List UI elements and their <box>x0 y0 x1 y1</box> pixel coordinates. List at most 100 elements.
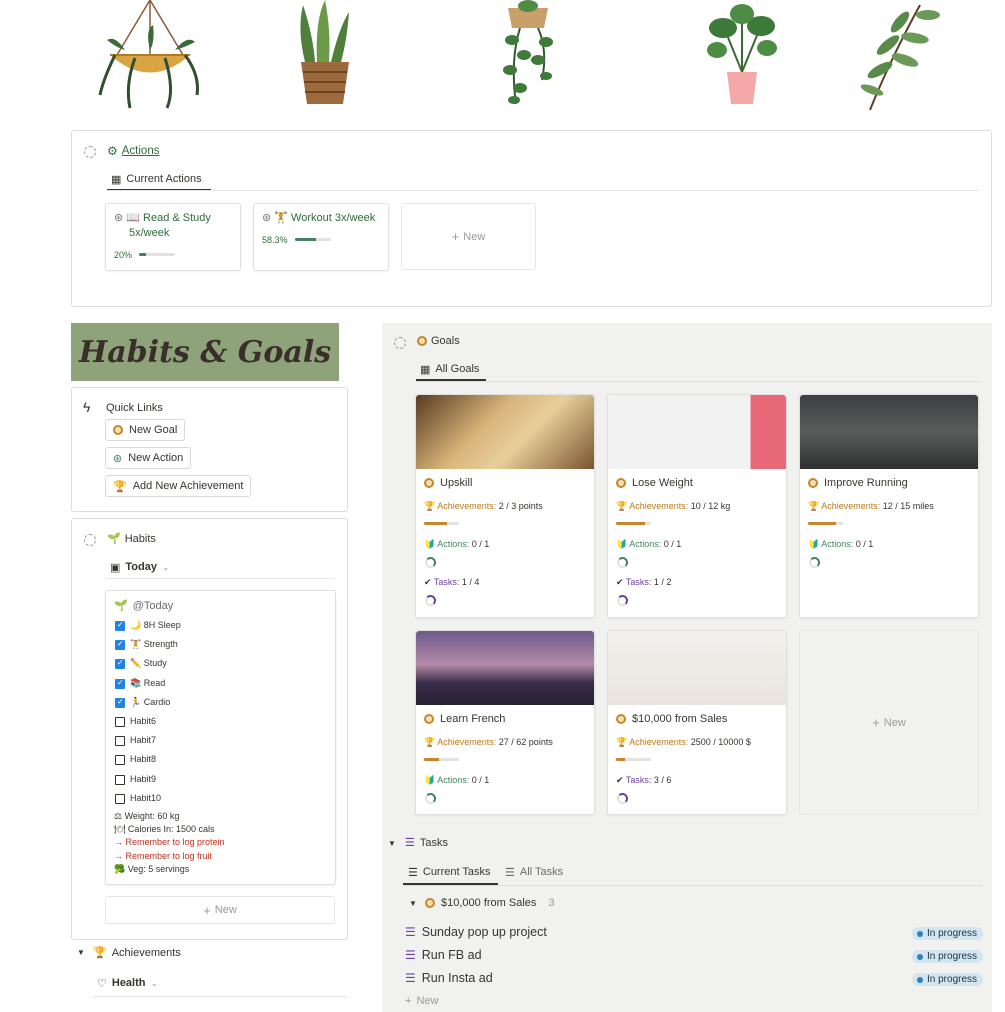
tab-current-tasks[interactable]: ☰ Current Tasks <box>403 861 498 885</box>
habit-checkbox[interactable] <box>115 678 125 689</box>
achievements-header[interactable]: 🏆 Achievements <box>93 946 181 960</box>
habit-checkbox[interactable] <box>115 697 125 708</box>
goal-achievements: 🏆 Achievements: 2 / 3 points <box>424 501 543 511</box>
goal-icon <box>808 478 818 488</box>
new-action-button[interactable]: ⊛ New Action <box>105 447 192 469</box>
task-row[interactable]: ☰ Run FB ad <box>405 948 482 962</box>
habit-label: 🏃 Cardio <box>130 696 171 707</box>
new-action-card[interactable]: + New <box>401 203 536 270</box>
goal-card[interactable]: Upskill 🏆 Achievements: 2 / 3 points 🔰 Act… <box>415 394 595 618</box>
status-badge[interactable]: In progress <box>912 950 984 963</box>
habit-checkbox[interactable] <box>115 658 125 670</box>
habit-checkbox[interactable] <box>115 736 125 747</box>
habit-checkbox[interactable] <box>115 755 125 766</box>
action-icon: ⊛ <box>113 452 123 465</box>
status-badge[interactable]: In progress <box>912 927 984 940</box>
status-badge[interactable]: In progress <box>912 973 984 986</box>
habit-label: 🌙 8H Sleep <box>130 620 181 630</box>
list-icon: ☰ <box>408 866 418 879</box>
new-task-button[interactable]: + New <box>405 995 438 1007</box>
trophy-icon: 🏆 <box>93 947 107 959</box>
loading-ring-icon <box>84 146 96 158</box>
goal-card-title: Learn French <box>424 713 505 725</box>
habit-checkbox[interactable] <box>115 620 125 631</box>
lightning-icon: ϟ <box>83 399 91 415</box>
tasks-header[interactable]: ☰ Tasks <box>405 836 448 850</box>
calendar-icon: ▣ <box>110 561 121 574</box>
view-today[interactable]: ▣ Today ⌄ <box>110 557 170 577</box>
goal-tasks: ✔ Tasks: 3 / 6 <box>616 775 672 785</box>
tasks-progress-ring-icon <box>617 793 628 804</box>
task-row[interactable]: ☰ Run Insta ad <box>405 971 493 985</box>
today-card-title: 🌱 @Today <box>114 599 174 613</box>
status-dot-icon <box>917 930 923 937</box>
action-progress-bar <box>139 253 175 256</box>
new-goal-button[interactable]: New Goal <box>105 419 186 441</box>
goal-cover-image <box>608 395 786 469</box>
new-habit-card[interactable]: + New <box>105 896 335 924</box>
tab-current-actions[interactable]: ▦ Current Actions <box>107 169 211 191</box>
action-icon: ⊛ <box>262 212 272 224</box>
task-row[interactable]: ☰ Sunday pop up project <box>405 925 547 939</box>
tab-all-goals[interactable]: ▦ All Goals <box>416 359 486 381</box>
tasks-toggle[interactable]: ▼ <box>388 839 396 848</box>
check-icon: ✔ <box>616 577 624 587</box>
action-card-title: ⊛ 📖 Read & Study 5x/week <box>114 212 211 239</box>
goal-card-title: Lose Weight <box>616 477 693 489</box>
goal-card[interactable]: Improve Running 🏆 Achievements: 12 / 15 m… <box>799 394 979 618</box>
status-dot-icon <box>917 953 923 960</box>
achievements-toggle[interactable]: ▼ <box>77 948 85 957</box>
habit-checkbox[interactable] <box>115 639 125 651</box>
habits-header[interactable]: 🌱 Habits <box>107 532 156 546</box>
habits-goals-banner: Habits & Goals <box>71 323 339 381</box>
actions-progress-ring-icon <box>425 557 436 568</box>
habit-label: 📚 Read <box>130 677 166 688</box>
habit-checkbox[interactable] <box>115 717 125 727</box>
habit-label: 🏋 Strength <box>130 639 178 650</box>
goal-cover-image <box>416 631 594 705</box>
add-achievement-button[interactable]: 🏆 Add New Achievement <box>105 475 252 497</box>
goal-icon <box>424 478 434 488</box>
action-card-workout[interactable]: ⊛ 🏋 Workout 3x/week 58.3% <box>253 203 389 271</box>
goal-actions: 🔰 Actions: 0 / 1 <box>424 775 490 785</box>
goal-card[interactable]: $10,000 from Sales 🏆 Achievements: 2500 /… <box>607 630 787 815</box>
habit-checkbox[interactable] <box>115 793 125 804</box>
goals-header[interactable]: Goals <box>417 335 460 347</box>
actions-header[interactable]: ⚙ Actions <box>107 144 159 158</box>
loading-ring-icon <box>394 337 406 349</box>
goal-card-title: Upskill <box>424 477 472 489</box>
habit-label: Habit10 <box>130 792 162 803</box>
goal-cover-image <box>608 631 786 705</box>
status-dot-icon <box>917 976 923 983</box>
goal-card[interactable]: Lose Weight 🏆 Achievements: 10 / 12 kg 🔰 A… <box>607 394 787 618</box>
habits-panel: 🌱 Habits ▣ Today ⌄ 🌱 @Today 🌙 8H Sleep 🏋 … <box>71 518 348 940</box>
habit-label: ✏️ Study <box>130 658 167 669</box>
habit-checkbox[interactable] <box>115 774 125 785</box>
goal-tasks: ✔ Tasks: 1 / 2 <box>616 577 672 587</box>
olive-branch-illustration <box>860 4 940 111</box>
habit-note: → Remember to log protein <box>114 837 225 848</box>
goal-card[interactable]: Learn French 🏆 Achievements: 27 / 62 poin… <box>415 630 595 815</box>
action-icon: 🔰 <box>424 775 436 785</box>
goals-tab-divider <box>416 381 981 382</box>
goal-icon <box>417 336 427 346</box>
actions-progress-ring-icon <box>425 793 436 804</box>
today-habit-card[interactable]: 🌱 @Today 🌙 8H Sleep 🏋 Strength ✏️ Study 📚 R… <box>105 590 336 885</box>
tasks-progress-ring-icon <box>425 595 436 606</box>
task-group-toggle[interactable]: ▼ <box>409 899 417 908</box>
task-group-header[interactable]: $10,000 from Sales 3 <box>425 897 555 909</box>
hanging-plant-basket-illustration <box>98 0 199 109</box>
goal-achievements: 🏆 Achievements: 2500 / 10000 $ <box>616 737 751 747</box>
new-goal-card[interactable]: + New <box>799 630 979 815</box>
actions-title[interactable]: Actions <box>122 145 160 157</box>
view-health[interactable]: ♡ Health ⌄ <box>97 974 158 992</box>
action-progress-bar <box>295 238 331 241</box>
trophy-icon: 🏆 <box>424 737 436 747</box>
list-icon: ☰ <box>505 866 515 879</box>
trophy-icon: 🏆 <box>808 501 820 511</box>
action-card-read-study[interactable]: ⊛ 📖 Read & Study 5x/week 20% <box>105 203 241 271</box>
tab-all-tasks[interactable]: ☰ All Tasks <box>505 861 563 883</box>
goal-icon <box>425 898 435 908</box>
action-icon: 🔰 <box>424 539 436 549</box>
checklist-icon: ☰ <box>405 837 415 849</box>
